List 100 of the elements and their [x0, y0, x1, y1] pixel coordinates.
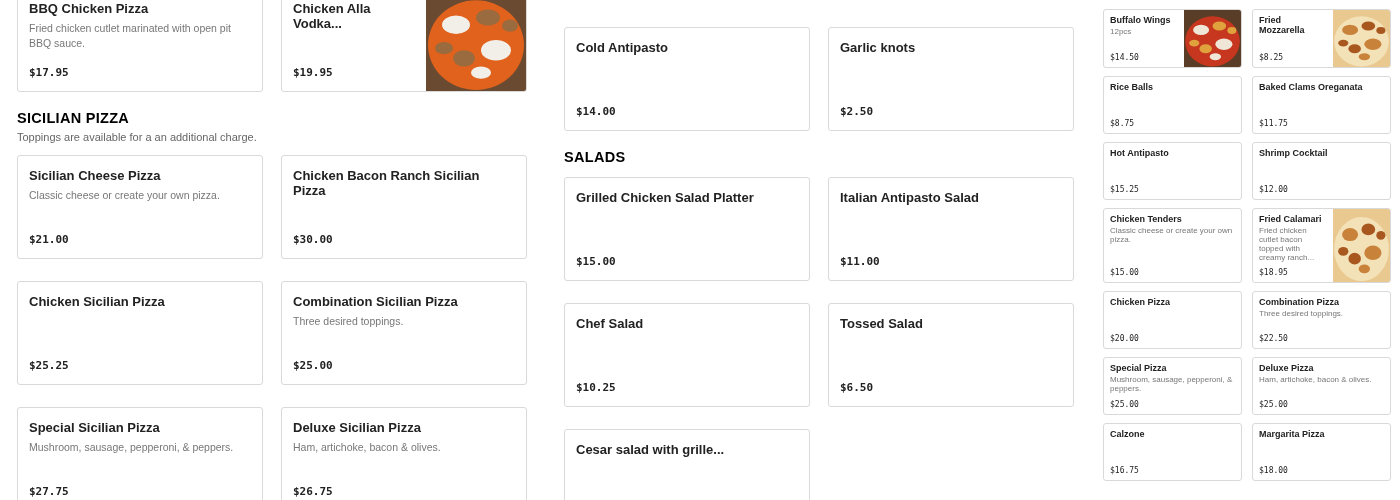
item-price: $20.00 — [1110, 334, 1140, 343]
item-name: Garlic knots — [840, 40, 917, 55]
item-price: $30.00 — [293, 233, 334, 246]
item-price: $25.00 — [1259, 400, 1289, 409]
menu-item-card[interactable]: Rice Balls $8.75 — [1103, 76, 1242, 134]
menu-item-card[interactable]: Chicken Tenders Classic cheese or create your own pizza. $15.00 — [1103, 208, 1242, 283]
item-price: $6.50 — [840, 381, 875, 394]
menu-item-card[interactable]: Calzone $16.75 — [1103, 423, 1242, 481]
menu-item-card[interactable]: Garlic knots $2.50 — [828, 27, 1074, 131]
menu-item-card[interactable]: Fried Mozzarella $8.25 — [1252, 9, 1391, 68]
item-name: Baked Clams Oreganata — [1259, 82, 1364, 92]
item-description: Three desired toppings. — [1259, 309, 1345, 318]
menu-item-card[interactable]: Chicken Bacon Ranch Sicilian Pizza $30.00 — [281, 155, 527, 259]
item-name: Italian Antipasto Salad — [840, 190, 980, 205]
item-price: $22.50 — [1259, 334, 1289, 343]
menu-item-card[interactable]: Chicken Alla Vodka... $19.95 — [281, 0, 527, 92]
section-heading: SALADS — [564, 149, 627, 165]
item-price: $21.00 — [29, 233, 70, 246]
item-price: $14.50 — [1110, 53, 1140, 62]
menu-item-card[interactable]: Buffalo Wings 12pcs $14.50 — [1103, 9, 1242, 68]
menu-item-card[interactable]: Chicken Pizza $20.00 — [1103, 291, 1242, 349]
item-price: $10.25 — [576, 381, 617, 394]
section-heading: SICILIAN PIZZA — [17, 110, 131, 126]
menu-item-card[interactable]: Combination Pizza Three desired toppings. $22.50 — [1252, 291, 1391, 349]
menu-item-card[interactable]: Italian Antipasto Salad $11.00 — [828, 177, 1074, 281]
item-price: $8.25 — [1259, 53, 1285, 62]
item-name: Chicken Tenders — [1110, 214, 1183, 224]
item-name: Shrimp Cocktail — [1259, 148, 1329, 158]
item-name: Chicken Bacon Ranch Sicilian Pizza — [293, 168, 481, 198]
item-name: Chicken Sicilian Pizza — [29, 294, 166, 309]
menu-item-card[interactable]: Tossed Salad $6.50 — [828, 303, 1074, 407]
item-description: Fried chicken cutlet marinated with open pit BBQ sauce. — [29, 21, 232, 51]
item-name: Combination Sicilian Pizza — [293, 294, 459, 309]
item-name: Margarita Pizza — [1259, 429, 1326, 439]
item-name: BBQ Chicken Pizza — [29, 1, 150, 16]
item-description: Three desired toppings. — [293, 314, 405, 329]
item-name: Cold Antipasto — [576, 40, 669, 55]
item-description: Mushroom, sausage, pepperoni, & peppers. — [1110, 375, 1234, 393]
item-price: $26.75 — [293, 485, 334, 498]
menu-item-card[interactable]: Chef Salad $10.25 — [564, 303, 810, 407]
item-price: $11.75 — [1259, 119, 1289, 128]
menu-item-card[interactable]: Cold Antipasto $14.00 — [564, 27, 810, 131]
item-price: $17.95 — [29, 66, 70, 79]
item-name: Grilled Chicken Salad Platter — [576, 190, 755, 205]
menu-item-card[interactable]: BBQ Chicken Pizza Fried chicken cutlet marinated with open pit BBQ sauce. $17.95 — [17, 0, 263, 92]
item-name: Special Sicilian Pizza — [29, 420, 161, 435]
item-price: $14.00 — [576, 105, 617, 118]
item-price: $19.95 — [293, 66, 334, 79]
menu-item-card[interactable]: Special Sicilian Pizza Mushroom, sausage, pepperoni, & peppers. $27.75 — [17, 407, 263, 500]
item-price: $18.95 — [1259, 268, 1289, 277]
item-price: $25.00 — [293, 359, 334, 372]
item-description: Mushroom, sausage, pepperoni, & peppers. — [29, 440, 235, 455]
item-name: Combination Pizza — [1259, 297, 1340, 307]
item-price: $2.50 — [840, 105, 875, 118]
item-name: Deluxe Pizza — [1259, 363, 1315, 373]
item-name: Special Pizza — [1110, 363, 1168, 373]
item-name: Cesar salad with grille... — [576, 442, 726, 457]
item-name: Fried Mozzarella — [1259, 15, 1306, 35]
item-name: Fried Calamari — [1259, 214, 1323, 224]
item-description: Classic cheese or create your own pizza. — [29, 188, 221, 203]
menu-item-card[interactable]: Shrimp Cocktail $12.00 — [1252, 142, 1391, 200]
item-name: Chicken Pizza — [1110, 297, 1172, 307]
item-price: $18.00 — [1259, 466, 1289, 475]
item-price: $27.75 — [29, 485, 70, 498]
item-price: $16.75 — [1110, 466, 1140, 475]
item-price: $12.00 — [1259, 185, 1289, 194]
item-description: Classic cheese or create your own pizza. — [1110, 226, 1234, 244]
item-name: Rice Balls — [1110, 82, 1155, 92]
item-price: $15.00 — [576, 255, 617, 268]
menu-item-card[interactable]: Combination Sicilian Pizza Three desired toppings. $25.00 — [281, 281, 527, 385]
item-price: $15.25 — [1110, 185, 1140, 194]
item-name: Calzone — [1110, 429, 1146, 439]
menu-item-card[interactable]: Hot Antipasto $15.25 — [1103, 142, 1242, 200]
item-name: Deluxe Sicilian Pizza — [293, 420, 422, 435]
item-name: Sicilian Cheese Pizza — [29, 168, 162, 183]
item-description: Fried chicken cutlet bacon topped with creamy ranch... — [1259, 226, 1316, 262]
item-price: $25.00 — [1110, 400, 1140, 409]
menu-item-card[interactable]: Grilled Chicken Salad Platter $15.00 — [564, 177, 810, 281]
menu-item-card[interactable]: Deluxe Pizza Ham, artichoke, bacon & olives. $25.00 — [1252, 357, 1391, 415]
item-description: 12pcs — [1110, 27, 1133, 36]
menu-item-card[interactable]: Baked Clams Oreganata $11.75 — [1252, 76, 1391, 134]
menu-item-card[interactable]: Cesar salad with grille... — [564, 429, 810, 500]
item-name: Chicken Alla Vodka... — [293, 1, 372, 31]
menu-item-card[interactable]: Sicilian Cheese Pizza Classic cheese or create your own pizza. $21.00 — [17, 155, 263, 259]
item-name: Hot Antipasto — [1110, 148, 1170, 158]
item-name: Chef Salad — [576, 316, 645, 331]
item-name: Tossed Salad — [840, 316, 924, 331]
menu-item-card[interactable]: Chicken Sicilian Pizza $25.25 — [17, 281, 263, 385]
menu-item-card[interactable]: Deluxe Sicilian Pizza Ham, artichoke, bacon & olives. $26.75 — [281, 407, 527, 500]
item-price: $15.00 — [1110, 268, 1140, 277]
item-price: $8.75 — [1110, 119, 1136, 128]
menu-item-card[interactable]: Fried Calamari Fried chicken cutlet bacon topped with creamy ranch... $18.95 — [1252, 208, 1391, 283]
menu-item-card[interactable]: Margarita Pizza $18.00 — [1252, 423, 1391, 481]
item-description: Ham, artichoke, bacon & olives. — [1259, 375, 1373, 384]
section-subtitle: Toppings are available for a an additional charge. — [17, 131, 258, 143]
item-price: $11.00 — [840, 255, 881, 268]
item-name: Buffalo Wings — [1110, 15, 1172, 25]
menu-item-card[interactable]: Special Pizza Mushroom, sausage, pepperoni, & peppers. $25.00 — [1103, 357, 1242, 415]
item-price: $25.25 — [29, 359, 70, 372]
item-description: Ham, artichoke, bacon & olives. — [293, 440, 442, 455]
